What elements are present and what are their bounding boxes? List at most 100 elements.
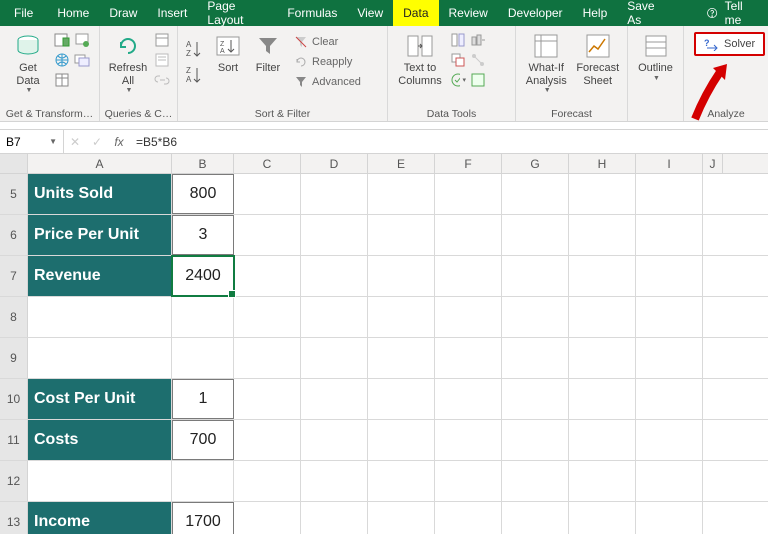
refresh-all-button[interactable]: Refresh All ▼ xyxy=(104,28,152,99)
row-header-13[interactable]: 13 xyxy=(0,502,28,534)
col-header-f[interactable]: F xyxy=(435,154,502,173)
col-header-j[interactable]: J xyxy=(703,154,723,173)
text-to-columns-button[interactable]: Text to Columns xyxy=(392,28,448,91)
from-table-icon[interactable] xyxy=(54,72,70,88)
insert-function-icon[interactable]: fx xyxy=(108,135,130,149)
tab-review[interactable]: Review xyxy=(439,0,498,26)
tab-data[interactable]: Data xyxy=(393,0,438,26)
cell-a11[interactable]: Costs xyxy=(28,420,172,460)
filter-button[interactable]: Filter xyxy=(248,28,288,79)
forecast-sheet-button[interactable]: Forecast Sheet xyxy=(572,28,623,91)
from-web-icon[interactable] xyxy=(54,52,70,68)
col-header-a[interactable]: A xyxy=(28,154,172,173)
cell-b8[interactable] xyxy=(172,297,234,337)
tab-view[interactable]: View xyxy=(347,0,393,26)
tab-home[interactable]: Home xyxy=(47,0,99,26)
cell-a7[interactable]: Revenue xyxy=(28,256,172,296)
group-data-tools-label: Data Tools xyxy=(392,106,511,121)
cell-a8[interactable] xyxy=(28,297,172,337)
cell-a5[interactable]: Units Sold xyxy=(28,174,172,214)
formula-input[interactable]: =B5*B6 xyxy=(130,135,768,149)
outline-icon xyxy=(642,32,670,60)
get-data-icon xyxy=(14,32,42,60)
row-8: 8 xyxy=(0,297,768,338)
edit-links-icon[interactable] xyxy=(154,72,170,88)
data-validation-icon[interactable]: ▾ xyxy=(450,72,466,88)
tab-formulas[interactable]: Formulas xyxy=(277,0,347,26)
relationships-icon[interactable] xyxy=(470,52,486,68)
sort-asc-icon[interactable]: AZ xyxy=(184,38,206,60)
search-icon[interactable] xyxy=(676,0,696,26)
clear-button[interactable]: Clear xyxy=(290,34,365,50)
cell-b7[interactable]: 2400 xyxy=(172,256,234,296)
row-header-10[interactable]: 10 xyxy=(0,379,28,419)
solver-button[interactable]: ? Solver xyxy=(694,32,765,56)
tab-insert[interactable]: Insert xyxy=(147,0,197,26)
group-data-tools: Text to Columns ▾ Data Tools xyxy=(388,26,516,121)
col-header-h[interactable]: H xyxy=(569,154,636,173)
existing-connections-icon[interactable] xyxy=(74,52,90,68)
flash-fill-icon[interactable] xyxy=(450,32,466,48)
cell-b11[interactable]: 700 xyxy=(172,420,234,460)
row-header-12[interactable]: 12 xyxy=(0,461,28,501)
tab-file[interactable]: File xyxy=(0,0,47,26)
col-header-d[interactable]: D xyxy=(301,154,368,173)
what-if-button[interactable]: What-If Analysis ▼ xyxy=(520,28,572,99)
group-queries-label: Queries & C… xyxy=(104,106,173,121)
col-header-g[interactable]: G xyxy=(502,154,569,173)
tab-page-layout[interactable]: Page Layout xyxy=(197,0,277,26)
remove-duplicates-icon[interactable] xyxy=(450,52,466,68)
forecast-label: Forecast Sheet xyxy=(576,62,619,87)
group-forecast-label: Forecast xyxy=(520,106,623,121)
get-data-button[interactable]: Get Data ▼ xyxy=(4,28,52,99)
clear-label: Clear xyxy=(312,36,338,48)
manage-data-model-icon[interactable] xyxy=(470,72,486,88)
row-10: 10 Cost Per Unit 1 xyxy=(0,379,768,420)
forecast-icon xyxy=(584,32,612,60)
cell-a13[interactable]: Income xyxy=(28,502,172,534)
col-header-i[interactable]: I xyxy=(636,154,703,173)
recent-sources-icon[interactable] xyxy=(74,32,90,48)
tab-developer[interactable]: Developer xyxy=(498,0,573,26)
outline-button[interactable]: Outline ▼ xyxy=(632,28,679,87)
col-header-e[interactable]: E xyxy=(368,154,435,173)
row-header-5[interactable]: 5 xyxy=(0,174,28,214)
tab-save-as[interactable]: Save As xyxy=(617,0,676,26)
cell-c5[interactable] xyxy=(234,174,301,214)
sort-label: Sort xyxy=(218,62,238,75)
name-box-value: B7 xyxy=(6,135,21,149)
select-all-corner[interactable] xyxy=(0,154,28,173)
properties-icon[interactable] xyxy=(154,52,170,68)
advanced-button[interactable]: Advanced xyxy=(290,74,365,90)
what-if-label: What-If Analysis xyxy=(526,62,567,87)
tell-me[interactable]: Tell me xyxy=(696,0,768,27)
cell-b6[interactable]: 3 xyxy=(172,215,234,255)
cell-a6[interactable]: Price Per Unit xyxy=(28,215,172,255)
cell-b5[interactable]: 800 xyxy=(172,174,234,214)
sort-button[interactable]: ZA Sort xyxy=(208,28,248,79)
cancel-formula-icon[interactable]: ✕ xyxy=(64,135,86,149)
tab-help[interactable]: Help xyxy=(573,0,618,26)
cell-b13[interactable]: 1700 xyxy=(172,502,234,534)
row-header-11[interactable]: 11 xyxy=(0,420,28,460)
filter-icon xyxy=(254,32,282,60)
reapply-button[interactable]: Reapply xyxy=(290,54,365,70)
sort-icon: ZA xyxy=(214,32,242,60)
consolidate-icon[interactable] xyxy=(470,32,486,48)
row-header-7[interactable]: 7 xyxy=(0,256,28,296)
sort-desc-icon[interactable]: ZA xyxy=(184,64,206,86)
col-header-b[interactable]: B xyxy=(172,154,234,173)
row-header-6[interactable]: 6 xyxy=(0,215,28,255)
row-7: 7 Revenue 2400 xyxy=(0,256,768,297)
row-header-9[interactable]: 9 xyxy=(0,338,28,378)
queries-icon[interactable] xyxy=(154,32,170,48)
name-box[interactable]: B7 ▼ xyxy=(0,130,64,153)
tab-draw[interactable]: Draw xyxy=(99,0,147,26)
svg-text:Z: Z xyxy=(186,66,191,75)
cell-a10[interactable]: Cost Per Unit xyxy=(28,379,172,419)
row-header-8[interactable]: 8 xyxy=(0,297,28,337)
from-text-icon[interactable] xyxy=(54,32,70,48)
cell-b10[interactable]: 1 xyxy=(172,379,234,419)
enter-formula-icon[interactable]: ✓ xyxy=(86,135,108,149)
col-header-c[interactable]: C xyxy=(234,154,301,173)
